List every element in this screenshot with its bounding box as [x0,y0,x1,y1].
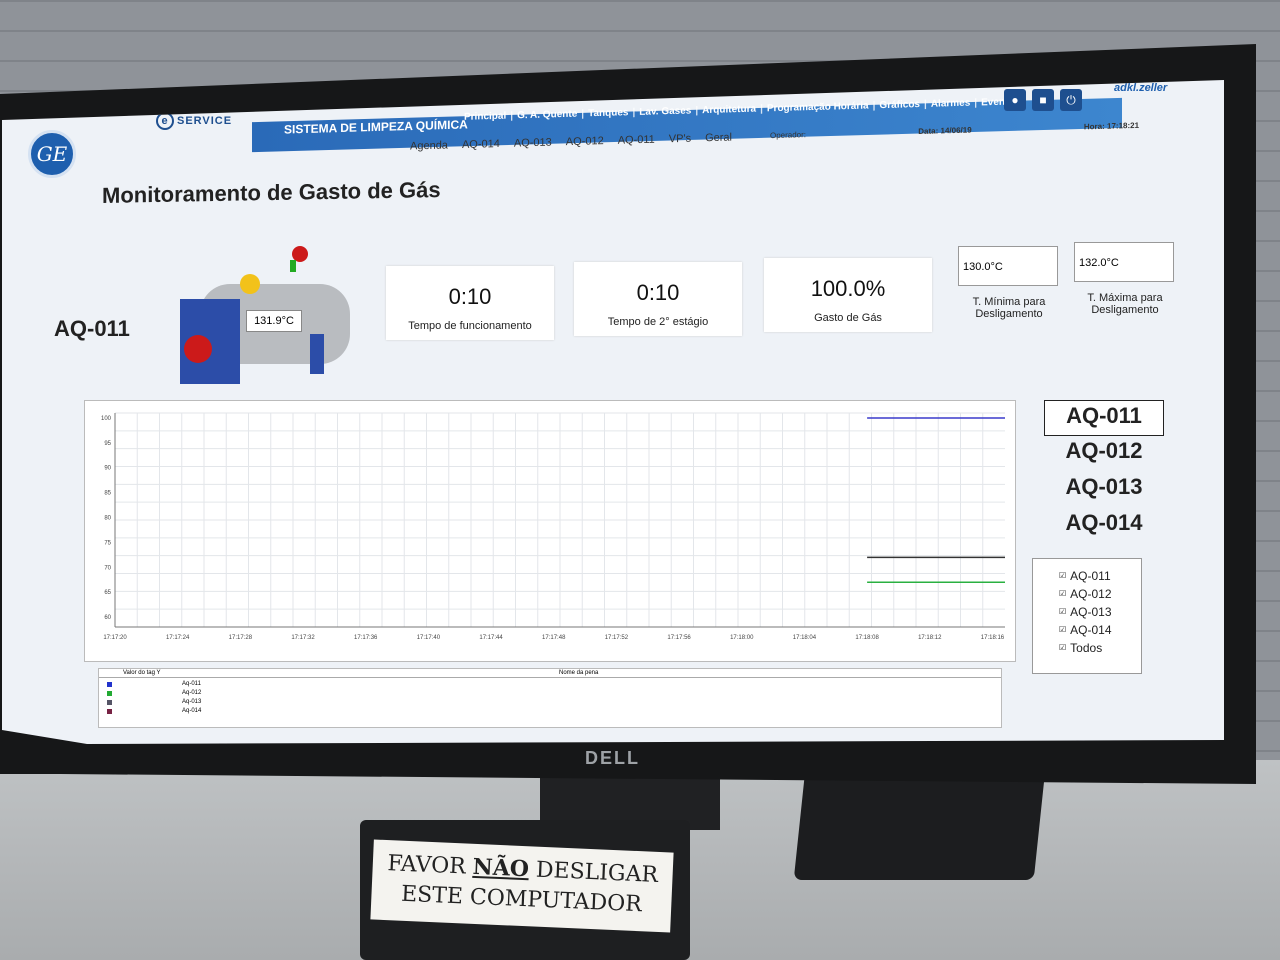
x-tick-label: 17:18:08 [855,635,879,641]
checkbox-icon[interactable]: ☑ [1059,585,1066,603]
y-tick-label: 90 [104,466,111,472]
legend-aq-013[interactable]: ☑ AQ-013 [1059,603,1141,621]
menu-arquitetura[interactable]: Arquitetura [702,104,756,117]
x-tick-label: 17:17:28 [229,635,253,641]
submenu-geral[interactable]: Geral [705,132,732,145]
legend-aq-011[interactable]: ☑ AQ-011 [1059,567,1141,585]
checkbox-icon[interactable]: ☑ [1059,621,1066,639]
x-tick-label: 17:17:44 [479,635,503,641]
x-tick-label: 17:17:48 [542,635,566,641]
x-tick-label: 17:17:20 [103,635,127,641]
page-title: Monitoramento de Gasto de Gás [102,177,441,208]
y-tick-label: 65 [104,590,111,596]
x-tick-label: 17:17:40 [417,635,441,641]
min-shutdown-temp-input[interactable]: 130.0°C [958,246,1058,286]
pen-row[interactable]: Aq-012 [107,690,242,696]
lock-icon[interactable]: ■ [1032,89,1054,111]
legend-aq-012[interactable]: ☑ AQ-012 [1059,585,1141,603]
y-tick-label: 100 [101,416,112,422]
x-tick-label: 17:17:24 [166,635,190,641]
boiler-temperature: 131.9°C [246,310,302,332]
eservice-logo: e SERVICE [156,112,232,130]
pen-row[interactable]: Aq-014 [107,708,242,714]
pen-color-swatch [107,699,112,705]
menu-ga-quente[interactable]: G. A. Quente [517,109,577,122]
pen-row[interactable]: Aq-011 [107,681,242,687]
pen-color-swatch [107,681,112,687]
submenu-vps[interactable]: VP's [669,133,691,146]
x-tick-label: 17:18:04 [793,635,817,641]
menu-principal[interactable]: Principal [464,111,506,123]
max-shutdown-temp-label: T. Máxima para Desligamento [1087,292,1163,316]
kpi-run-time: 0:10 Tempo de funcionamento [386,266,554,340]
submenu-aq-012[interactable]: AQ-012 [566,135,604,148]
ge-logo: GE [28,130,76,178]
menu-lav-gases[interactable]: Lav. Gases [639,105,691,117]
trend-chart-panel: 100 95 90 85 80 75 70 65 60 17:17:20 17:17:24 17:17… [84,400,1016,662]
pen-row[interactable]: Aq-013 [107,699,242,705]
vendor-logo: adkl.zeller [1114,82,1168,94]
monitor-brand: DELL [585,748,640,768]
select-aq-011-button[interactable]: AQ-011 [1044,400,1164,436]
x-tick-label: 17:18:00 [730,635,754,641]
checkbox-icon[interactable]: ☑ [1059,567,1066,585]
pen-col-value[interactable]: Valor do tag Y [123,670,160,676]
power-icon[interactable]: ⏻ [1060,89,1082,111]
y-tick-label: 80 [104,516,111,522]
submenu-aq-014[interactable]: AQ-014 [462,138,500,151]
equipment-selector: AQ-011 AQ-012 AQ-013 AQ-014 [1044,400,1164,544]
y-tick-label: 95 [104,441,111,447]
y-tick-label: 70 [104,565,111,571]
x-tick-label: 17:17:52 [605,635,629,641]
x-tick-label: 17:18:16 [981,635,1005,641]
legend-aq-014[interactable]: ☑ AQ-014 [1059,621,1141,639]
x-tick-label: 17:17:36 [354,635,378,641]
min-shutdown-temp-label: T. Mínima para Desligamento [972,296,1046,320]
menu-alarmes[interactable]: Alarmes [931,98,970,110]
trend-chart[interactable]: 100 95 90 85 80 75 70 65 60 17:17:20 17:17:24 17:17… [85,401,1017,663]
menu-tanques[interactable]: Tanques [588,107,628,119]
legend-todos[interactable]: ☑ Todos [1059,639,1141,657]
menu-graficos[interactable]: Gráficos [879,99,920,111]
select-aq-014-button[interactable]: AQ-014 [1044,508,1164,544]
y-tick-label: 85 [104,491,111,497]
y-tick-label: 75 [104,540,111,546]
kpi-second-stage-time: 0:10 Tempo de 2° estágio [574,262,742,336]
select-aq-012-button[interactable]: AQ-012 [1044,436,1164,472]
select-aq-013-button[interactable]: AQ-013 [1044,472,1164,508]
submenu-aq-011[interactable]: AQ-011 [618,134,655,147]
pen-col-name[interactable]: Nome da pena [559,670,598,676]
equipment-label: AQ-011 [54,316,130,341]
x-tick-label: 17:17:32 [291,635,315,641]
x-tick-label: 17:17:56 [667,635,691,641]
pen-table: Valor do tag Y Nome da pena Aq-011 Aq-01… [98,668,1002,728]
do-not-turn-off-sticker: FAVOR NÃO DESLIGAR ESTE COMPUTADOR [370,839,674,933]
checkbox-icon[interactable]: ☑ [1059,639,1066,657]
y-tick-label: 60 [104,615,111,621]
pen-visibility-legend: ☑ AQ-011 ☑ AQ-012 ☑ AQ-013 ☑ AQ-014 ☑ Todos [1032,558,1142,674]
x-tick-label: 17:18:12 [918,635,942,641]
pen-color-swatch [107,690,112,696]
user-icon[interactable]: ● [1004,89,1026,111]
checkbox-icon[interactable]: ☑ [1059,603,1066,621]
scada-screen: GE e SERVICE SISTEMA DE LIMPEZA QUÍMICA P… [2,80,1224,744]
max-shutdown-temp-input[interactable]: 132.0°C [1074,242,1174,282]
kpi-gas-usage: 100.0% Gasto de Gás [764,258,932,332]
toolbar-icons: ● ■ ⏻ [1004,89,1082,111]
submenu-aq-013[interactable]: AQ-013 [514,137,552,150]
submenu-agenda[interactable]: Agenda [410,139,448,152]
pen-table-header: Valor do tag Y Nome da pena [99,669,1001,678]
pen-color-swatch [107,708,112,714]
